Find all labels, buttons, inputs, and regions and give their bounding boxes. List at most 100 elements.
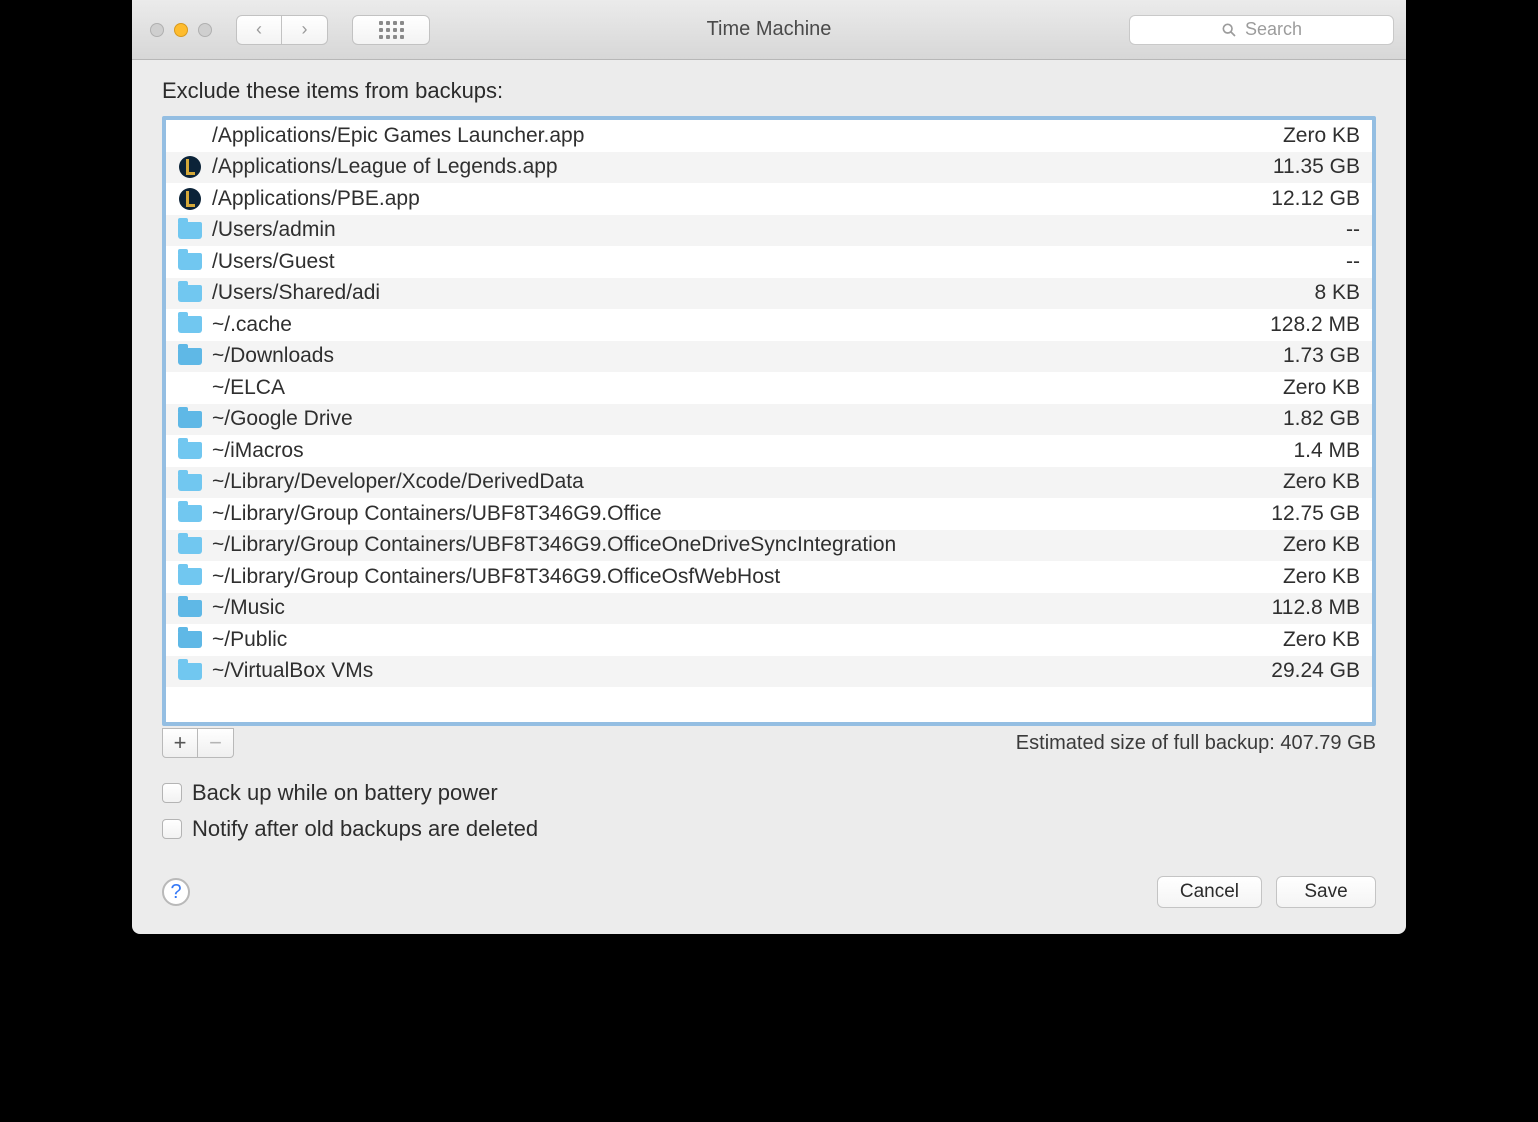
row-icon-slot <box>174 568 206 585</box>
row-size: 12.12 GB <box>1244 187 1364 211</box>
cancel-button[interactable]: Cancel <box>1157 876 1262 908</box>
row-size: Zero KB <box>1244 565 1364 589</box>
folder-icon <box>178 537 202 554</box>
exclude-row[interactable]: ~/Google Drive1.82 GB <box>166 404 1372 436</box>
folder-icon <box>178 663 202 680</box>
exclude-row[interactable]: /Applications/PBE.app12.12 GB <box>166 183 1372 215</box>
exclude-row[interactable]: ~/ELCAZero KB <box>166 372 1372 404</box>
notify-checkbox-row[interactable]: Notify after old backups are deleted <box>162 816 1376 842</box>
row-size: Zero KB <box>1244 470 1364 494</box>
row-icon-slot <box>174 474 206 491</box>
remove-button[interactable]: − <box>198 728 234 758</box>
row-icon-slot <box>174 316 206 333</box>
battery-checkbox-label: Back up while on battery power <box>192 780 498 806</box>
search-field[interactable]: Search <box>1129 15 1394 45</box>
row-size: -- <box>1244 250 1364 274</box>
row-size: 29.24 GB <box>1244 659 1364 683</box>
row-path: ~/iMacros <box>206 439 1244 463</box>
row-path: /Users/Shared/adi <box>206 281 1244 305</box>
preferences-window: ‹ › Time Machine Search Exclude these it… <box>132 0 1406 934</box>
exclude-row[interactable]: ~/.cache128.2 MB <box>166 309 1372 341</box>
notify-checkbox-label: Notify after old backups are deleted <box>192 816 538 842</box>
exclude-row[interactable]: /Users/Guest-- <box>166 246 1372 278</box>
search-icon <box>1221 22 1237 38</box>
exclude-row[interactable]: ~/Library/Group Containers/UBF8T346G9.Of… <box>166 530 1372 562</box>
row-icon-slot <box>174 187 206 211</box>
exclude-row[interactable]: ~/VirtualBox VMs29.24 GB <box>166 656 1372 688</box>
exclude-list[interactable]: /Applications/Epic Games Launcher.appZer… <box>162 116 1376 726</box>
folder-icon <box>178 600 202 617</box>
exclude-heading: Exclude these items from backups: <box>162 78 1376 104</box>
row-size: 11.35 GB <box>1244 155 1364 179</box>
show-all-button[interactable] <box>352 15 430 45</box>
row-icon-slot <box>174 505 206 522</box>
exclude-row[interactable]: ~/Library/Group Containers/UBF8T346G9.Of… <box>166 561 1372 593</box>
folder-icon <box>178 285 202 302</box>
row-size: Zero KB <box>1244 124 1364 148</box>
add-button[interactable]: + <box>162 728 198 758</box>
content-area: Exclude these items from backups: /Appli… <box>132 60 1406 934</box>
exclude-row[interactable]: ~/Library/Developer/Xcode/DerivedDataZer… <box>166 467 1372 499</box>
folder-icon <box>178 474 202 491</box>
battery-checkbox-row[interactable]: Back up while on battery power <box>162 780 1376 806</box>
row-path: /Users/Guest <box>206 250 1244 274</box>
row-icon-slot <box>174 442 206 459</box>
estimate-label: Estimated size of full backup: <box>1016 732 1281 754</box>
row-size: Zero KB <box>1244 376 1364 400</box>
row-size: 112.8 MB <box>1244 596 1364 620</box>
notify-checkbox[interactable] <box>162 819 182 839</box>
forward-button[interactable]: › <box>282 15 328 45</box>
folder-icon <box>178 442 202 459</box>
action-buttons: Cancel Save <box>1157 876 1376 908</box>
row-size: 128.2 MB <box>1244 313 1364 337</box>
exclude-row[interactable]: ~/Downloads1.73 GB <box>166 341 1372 373</box>
row-icon-slot <box>174 600 206 617</box>
row-path: ~/Music <box>206 596 1244 620</box>
exclude-row[interactable]: ~/PublicZero KB <box>166 624 1372 656</box>
folder-icon <box>178 316 202 333</box>
row-path: ~/Library/Group Containers/UBF8T346G9.Of… <box>206 502 1244 526</box>
row-path: ~/.cache <box>206 313 1244 337</box>
back-button[interactable]: ‹ <box>236 15 282 45</box>
exclude-row[interactable]: /Users/admin-- <box>166 215 1372 247</box>
folder-icon <box>178 253 202 270</box>
app-icon <box>178 155 202 179</box>
blank-icon <box>178 127 202 144</box>
exclude-row[interactable]: ~/Library/Group Containers/UBF8T346G9.Of… <box>166 498 1372 530</box>
row-icon-slot <box>174 663 206 680</box>
row-path: ~/Library/Developer/Xcode/DerivedData <box>206 470 1244 494</box>
row-size: 1.73 GB <box>1244 344 1364 368</box>
zoom-window-button[interactable] <box>198 23 212 37</box>
row-size: 1.82 GB <box>1244 407 1364 431</box>
help-button[interactable]: ? <box>162 878 190 906</box>
exclude-row[interactable]: /Applications/League of Legends.app11.35… <box>166 152 1372 184</box>
row-path: ~/Library/Group Containers/UBF8T346G9.Of… <box>206 533 1244 557</box>
close-window-button[interactable] <box>150 23 164 37</box>
row-icon-slot <box>174 155 206 179</box>
folder-icon <box>178 411 202 428</box>
row-size: 8 KB <box>1244 281 1364 305</box>
titlebar: ‹ › Time Machine Search <box>132 0 1406 60</box>
exclude-row[interactable]: /Users/Shared/adi8 KB <box>166 278 1372 310</box>
battery-checkbox[interactable] <box>162 783 182 803</box>
row-path: ~/VirtualBox VMs <box>206 659 1244 683</box>
row-path: ~/Google Drive <box>206 407 1244 431</box>
exclude-row[interactable]: ~/Music112.8 MB <box>166 593 1372 625</box>
row-path: ~/Public <box>206 628 1244 652</box>
row-path: /Applications/PBE.app <box>206 187 1244 211</box>
search-placeholder: Search <box>1245 19 1302 40</box>
window-controls <box>150 23 212 37</box>
add-remove-group: + − <box>162 728 234 758</box>
row-path: /Users/admin <box>206 218 1244 242</box>
save-button[interactable]: Save <box>1276 876 1376 908</box>
row-icon-slot <box>174 253 206 270</box>
exclude-row[interactable]: /Applications/Epic Games Launcher.appZer… <box>166 120 1372 152</box>
list-footer-row: + − Estimated size of full backup: 407.7… <box>162 728 1376 758</box>
app-icon <box>178 187 202 211</box>
row-path: /Applications/League of Legends.app <box>206 155 1244 179</box>
row-size: Zero KB <box>1244 533 1364 557</box>
exclude-row[interactable]: ~/iMacros1.4 MB <box>166 435 1372 467</box>
row-icon-slot <box>174 537 206 554</box>
row-icon-slot <box>174 411 206 428</box>
minimize-window-button[interactable] <box>174 23 188 37</box>
